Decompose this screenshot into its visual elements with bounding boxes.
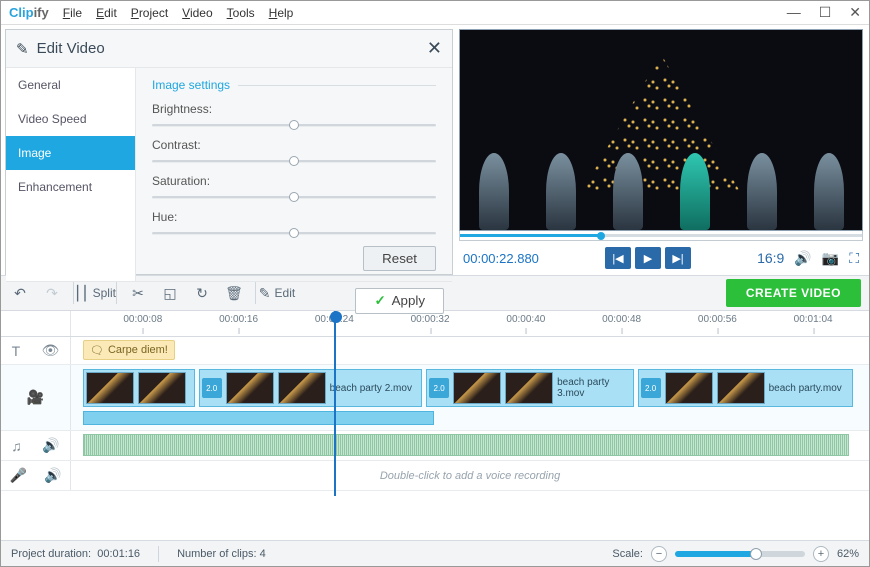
tab-image[interactable]: Image (6, 136, 135, 170)
menu-help[interactable]: Help (269, 6, 294, 20)
window-close-icon[interactable]: ✕ (849, 4, 861, 21)
create-video-button[interactable]: CREATE VIDEO (726, 279, 861, 307)
voice-hint: Double-click to add a voice recording (380, 470, 560, 482)
timeline: 00:00:08 00:00:16 00:00:24 00:00:32 00:0… (1, 311, 869, 491)
next-frame-button[interactable]: ▶| (665, 247, 691, 269)
menu-edit[interactable]: Edit (96, 6, 117, 20)
zoom-slider[interactable] (675, 551, 805, 557)
menu-video[interactable]: Video (182, 6, 212, 20)
statusbar: Project duration: 00:01:16 Number of cli… (1, 540, 869, 566)
panel-tabs: General Video Speed Image Enhancement (6, 68, 136, 281)
video-clip-2[interactable]: 2.0beach party 2.mov (199, 369, 422, 407)
redo-button: ↷ (41, 282, 63, 304)
preview-pane: 00:00:22.880 |◀ ▶ ▶| 16:9 🔊 📷 ⛶ (459, 29, 863, 275)
contrast-label: Contrast: (152, 138, 436, 152)
window-maximize-icon[interactable]: ☐ (819, 4, 832, 21)
playhead[interactable] (334, 311, 336, 496)
time-ruler[interactable]: 00:00:08 00:00:16 00:00:24 00:00:32 00:0… (71, 311, 869, 336)
zoom-percent: 62% (837, 548, 859, 560)
text-clip[interactable]: 🗨Carpe diem! (83, 340, 175, 360)
brightness-slider[interactable] (152, 118, 436, 132)
clip-count: 4 (260, 548, 266, 560)
tab-general[interactable]: General (6, 68, 135, 102)
text-track-icon: T (12, 343, 21, 359)
edit-icon: ✎ (16, 40, 29, 58)
zoom-out-button[interactable]: − (651, 546, 667, 562)
delete-button[interactable]: 🗑 (223, 282, 245, 304)
zoom-in-button[interactable]: + (813, 546, 829, 562)
edit-clip-button[interactable]: ✎Edit (266, 282, 288, 304)
saturation-label: Saturation: (152, 174, 436, 188)
video-clip-3[interactable]: 2.0beach party 3.mov (426, 369, 633, 407)
contrast-slider[interactable] (152, 154, 436, 168)
menu-project[interactable]: Project (131, 6, 168, 20)
panel-close-icon[interactable]: ✕ (427, 38, 442, 59)
rotate-button[interactable]: ↻ (191, 282, 213, 304)
play-button[interactable]: ▶ (635, 247, 661, 269)
audio-clip[interactable] (83, 434, 849, 456)
edit-video-panel: ✎ Edit Video ✕ General Video Speed Image… (5, 29, 453, 275)
volume-icon[interactable]: 🔊 (794, 250, 811, 267)
timecode: 00:00:22.880 (463, 251, 539, 266)
video-clip-1[interactable] (83, 369, 195, 407)
tab-enhancement[interactable]: Enhancement (6, 170, 135, 204)
video-range-bar[interactable] (83, 411, 434, 425)
video-preview[interactable] (459, 29, 863, 231)
reset-button[interactable]: Reset (363, 246, 436, 271)
panel-title: Edit Video (37, 40, 105, 57)
hue-label: Hue: (152, 210, 436, 224)
cut-button[interactable]: ✂ (127, 282, 149, 304)
audio-track-icon: ♫ (11, 438, 22, 454)
voice-track-icon: 🎤 (10, 467, 27, 484)
crop-button[interactable]: ◱ (159, 282, 181, 304)
menu-tools[interactable]: Tools (227, 6, 255, 20)
preview-seekbar[interactable] (459, 231, 863, 241)
video-clip-4[interactable]: 2.0beach party.mov (638, 369, 853, 407)
settings-legend: Image settings (152, 78, 238, 92)
hue-slider[interactable] (152, 226, 436, 240)
project-duration: 00:01:16 (97, 548, 140, 560)
brightness-label: Brightness: (152, 102, 436, 116)
snapshot-icon[interactable]: 📷 (822, 250, 839, 267)
prev-frame-button[interactable]: |◀ (605, 247, 631, 269)
tab-video-speed[interactable]: Video Speed (6, 102, 135, 136)
app-logo: Clipify (9, 5, 49, 20)
undo-button[interactable]: ↶ (9, 282, 31, 304)
fullscreen-icon[interactable]: ⛶ (849, 250, 859, 267)
aspect-ratio[interactable]: 16:9 (757, 250, 784, 266)
video-lane[interactable]: 2.0beach party 2.mov 2.0beach party 3.mo… (71, 365, 869, 430)
saturation-slider[interactable] (152, 190, 436, 204)
voice-lane[interactable]: Double-click to add a voice recording (71, 461, 869, 490)
text-chip-icon: 🗨 (90, 344, 104, 357)
split-button[interactable]: ⎮⎮Split (84, 282, 106, 304)
window-minimize-icon[interactable]: — (787, 4, 801, 21)
menu-file[interactable]: FFileile (63, 6, 82, 20)
text-visibility-icon[interactable]: 👁 (42, 342, 60, 359)
video-track-icon: 🎥 (27, 389, 44, 406)
menubar: Clipify FFileile Edit Project Video Tool… (1, 1, 869, 25)
voice-mute-icon[interactable]: 🔊 (44, 467, 61, 484)
audio-mute-icon[interactable]: 🔊 (42, 437, 59, 454)
